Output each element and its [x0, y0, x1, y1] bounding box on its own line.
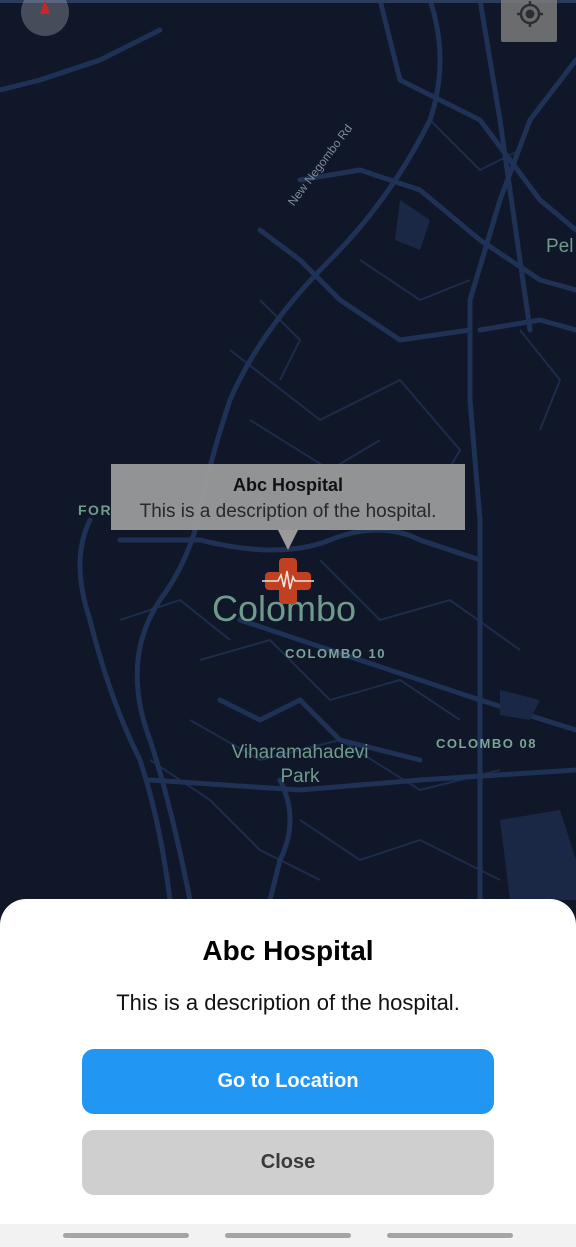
district-label-colombo-10: COLOMBO 10 [285, 646, 386, 661]
bottom-sheet: Abc Hospital This is a description of th… [0, 899, 576, 1247]
go-to-location-button[interactable]: Go to Location [82, 1049, 494, 1114]
nav-pill-left[interactable] [63, 1233, 189, 1238]
nav-pill-center[interactable] [225, 1233, 351, 1238]
nav-pill-right[interactable] [387, 1233, 513, 1238]
area-label-fort: FOR [78, 502, 113, 518]
hospital-cross-icon [262, 558, 314, 604]
area-label-pel: Pel [546, 236, 574, 257]
my-location-button[interactable] [501, 0, 557, 42]
close-button[interactable]: Close [82, 1130, 494, 1195]
district-label-colombo-08: COLOMBO 08 [436, 736, 537, 751]
sheet-title: Abc Hospital [202, 935, 374, 966]
compass-icon [40, 0, 50, 14]
info-window-title: Abc Hospital [232, 475, 343, 495]
hospital-marker[interactable] [262, 558, 314, 604]
info-window-pointer [278, 530, 298, 550]
sheet-description: This is a description of the hospital. [116, 990, 460, 1015]
my-location-icon [517, 1, 543, 27]
info-window-description: This is a description of the hospital. [139, 501, 437, 522]
park-label: Viharamahadevi Park [231, 742, 369, 787]
system-navigation-bar [0, 1224, 576, 1247]
marker-info-window[interactable]: Abc Hospital This is a description of th… [111, 464, 465, 530]
